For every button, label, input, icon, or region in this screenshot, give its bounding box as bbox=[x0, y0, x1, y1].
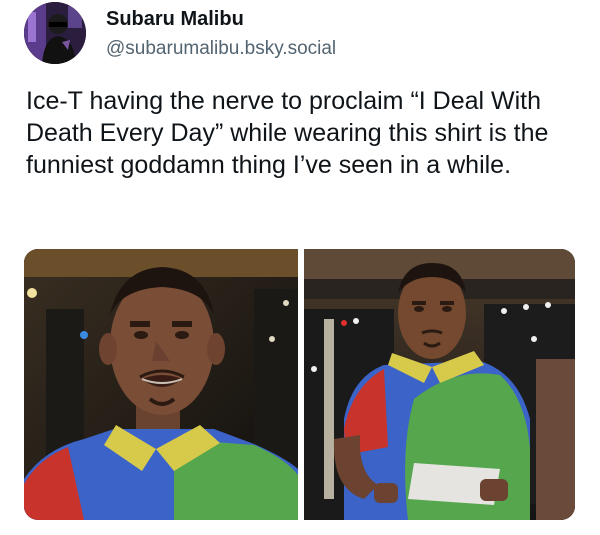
avatar[interactable] bbox=[24, 2, 86, 64]
post-text: Ice-T having the nerve to proclaim “I De… bbox=[26, 87, 549, 179]
author-block: Subaru Malibu @subarumalibu.bsky.social bbox=[106, 6, 336, 62]
post-image-right[interactable] bbox=[304, 249, 575, 520]
author-handle[interactable]: @subarumalibu.bsky.social bbox=[106, 36, 336, 62]
author-name[interactable]: Subaru Malibu bbox=[106, 6, 336, 32]
ice-t-wide-shot-image bbox=[304, 249, 575, 520]
post-card: Subaru Malibu @subarumalibu.bsky.social … bbox=[0, 0, 600, 535]
ice-t-closeup-image bbox=[24, 249, 298, 520]
avatar-image bbox=[24, 2, 86, 64]
post-image-left[interactable] bbox=[24, 249, 298, 520]
